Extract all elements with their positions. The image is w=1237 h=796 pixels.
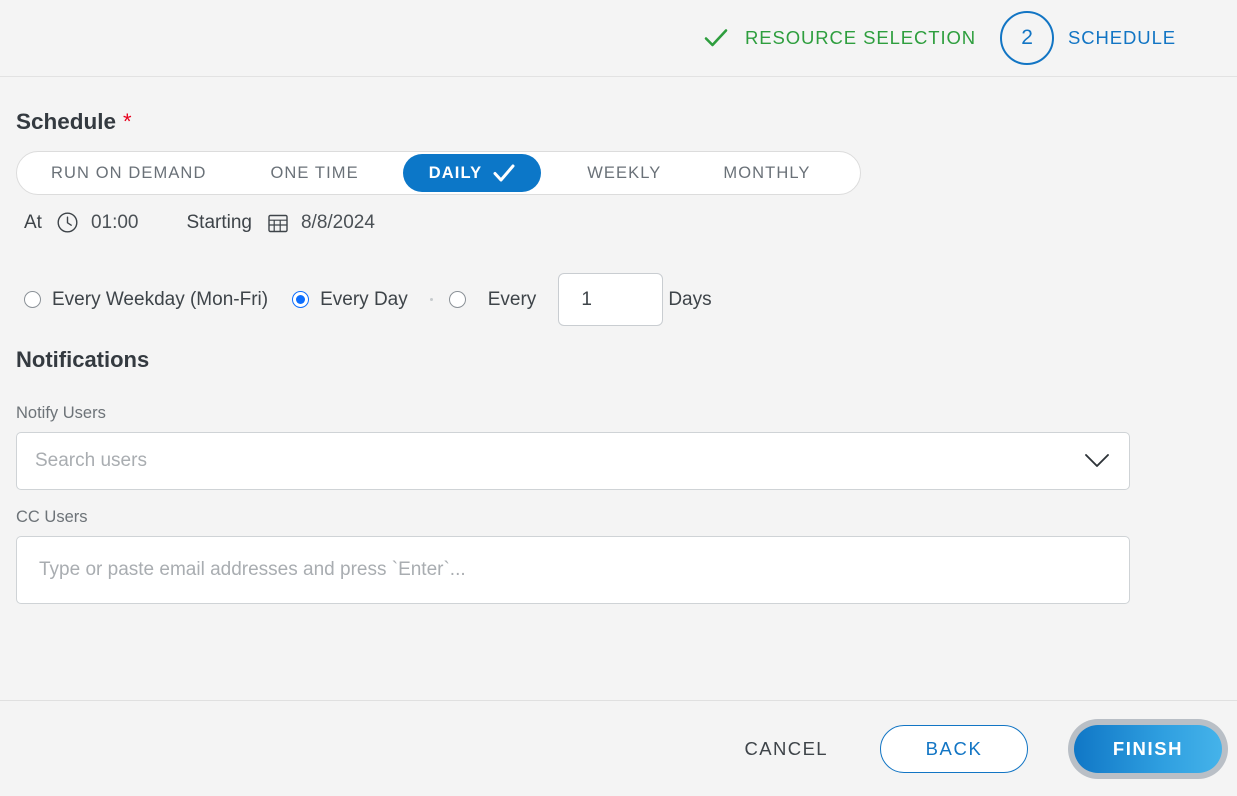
tab-weekly-label: WEEKLY xyxy=(587,163,662,182)
cc-users-input[interactable]: Type or paste email addresses and press … xyxy=(16,536,1130,604)
schedule-time-row: At 01:00 Starting 8/8/2024 xyxy=(24,211,375,234)
tab-run-on-demand-label: RUN ON DEMAND xyxy=(51,163,207,182)
wizard-step-label-schedule: SCHEDULE xyxy=(1068,27,1176,48)
radio-indicator-selected xyxy=(292,291,310,308)
check-icon xyxy=(701,23,731,53)
notify-users-placeholder: Search users xyxy=(35,450,147,471)
required-asterisk: * xyxy=(123,109,132,134)
radio-every-weekday[interactable]: Every Weekday (Mon-Fri) xyxy=(24,289,268,311)
tab-monthly[interactable]: MONTHLY xyxy=(705,154,828,192)
wizard-footer: CANCEL BACK FINISH xyxy=(0,700,1237,796)
cancel-button[interactable]: CANCEL xyxy=(741,728,832,770)
tab-daily[interactable]: DAILY xyxy=(402,154,542,192)
wizard-page: RESOURCE SELECTION 2 SCHEDULE Schedule *… xyxy=(0,0,1237,796)
chevron-down-icon[interactable] xyxy=(1083,452,1111,470)
tab-weekly[interactable]: WEEKLY xyxy=(569,154,679,192)
schedule-title-text: Schedule xyxy=(16,109,117,134)
check-icon xyxy=(493,163,515,183)
recurrence-options: Every Weekday (Mon-Fri) Every Day Every … xyxy=(24,273,712,326)
wizard-step-header: RESOURCE SELECTION 2 SCHEDULE xyxy=(0,0,1237,77)
interval-unit-label: Days xyxy=(668,288,712,310)
notify-users-select[interactable]: Search users xyxy=(16,432,1130,490)
cc-users-label: CC Users xyxy=(16,508,88,526)
tab-monthly-label: MONTHLY xyxy=(723,163,811,182)
radio-indicator xyxy=(24,291,41,308)
at-label: At xyxy=(24,211,42,233)
back-button[interactable]: BACK xyxy=(880,724,1028,773)
tab-one-time[interactable]: ONE TIME xyxy=(252,154,376,192)
wizard-body: Schedule * RUN ON DEMAND ONE TIME DAILY … xyxy=(0,77,1237,700)
wizard-step-label-resource-selection: RESOURCE SELECTION xyxy=(745,27,977,48)
radio-every-day-label: Every Day xyxy=(320,288,408,310)
clock-icon[interactable] xyxy=(56,211,79,234)
calendar-icon[interactable] xyxy=(267,212,289,234)
radio-every-n-days-label: Every xyxy=(487,288,537,310)
radio-every-day[interactable]: Every Day xyxy=(292,289,408,311)
schedule-frequency-tabs: RUN ON DEMAND ONE TIME DAILY WEEKLY MONT… xyxy=(16,151,861,195)
finish-button-focus-ring: FINISH xyxy=(1068,718,1228,779)
notifications-title: Notifications xyxy=(16,347,150,372)
interval-days-input[interactable] xyxy=(558,273,664,326)
notify-users-label: Notify Users xyxy=(16,404,106,422)
step-number-badge: 2 xyxy=(1000,11,1055,65)
separator-dot xyxy=(429,298,433,301)
page-title: Schedule * xyxy=(16,109,132,135)
radio-every-n-days[interactable]: Every xyxy=(448,288,537,311)
cc-users-placeholder: Type or paste email addresses and press … xyxy=(39,559,466,580)
time-value[interactable]: 01:00 xyxy=(91,212,139,234)
date-value[interactable]: 8/8/2024 xyxy=(301,212,375,234)
radio-every-weekday-label: Every Weekday (Mon-Fri) xyxy=(52,288,269,310)
finish-button[interactable]: FINISH xyxy=(1074,724,1222,773)
radio-indicator xyxy=(448,291,466,308)
tab-run-on-demand[interactable]: RUN ON DEMAND xyxy=(33,154,224,192)
tab-daily-label: DAILY xyxy=(428,163,483,182)
wizard-step-schedule[interactable]: 2 SCHEDULE xyxy=(1000,11,1176,65)
wizard-step-resource-selection[interactable]: RESOURCE SELECTION xyxy=(701,23,976,53)
starting-label: Starting xyxy=(186,211,252,233)
tab-one-time-label: ONE TIME xyxy=(270,163,359,182)
